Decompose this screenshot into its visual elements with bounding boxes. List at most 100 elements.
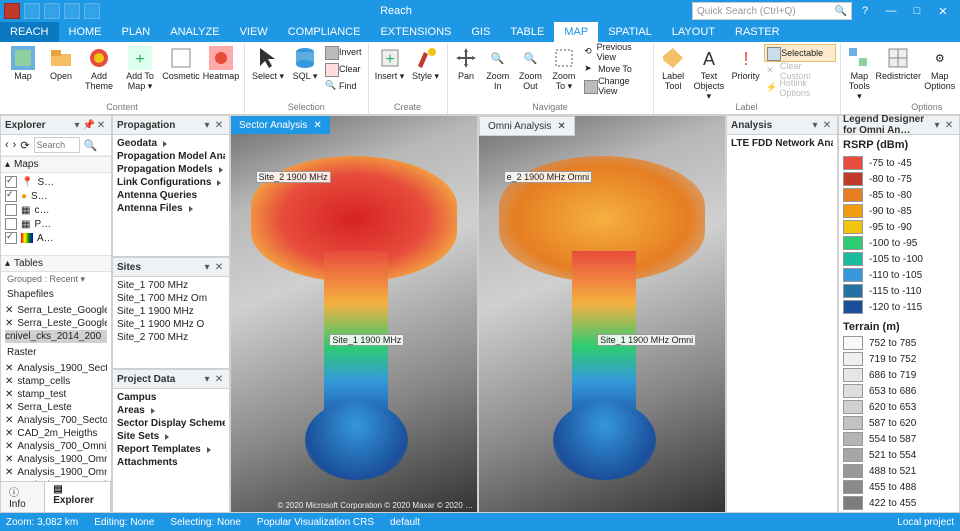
- panel-close-icon[interactable]: ✕: [943, 119, 955, 131]
- tab-analyze[interactable]: ANALYZE: [160, 22, 229, 42]
- panel-close-icon[interactable]: ✕: [95, 119, 107, 131]
- refresh-icon[interactable]: ⟳: [20, 139, 29, 152]
- chevron-down-icon[interactable]: ▾: [201, 261, 213, 273]
- open-button[interactable]: Open: [44, 44, 78, 82]
- tab-plan[interactable]: PLAN: [112, 22, 161, 42]
- raster-item[interactable]: ✕ Analysis_700_Omni_: [5, 440, 107, 453]
- quick-search-input[interactable]: Quick Search (Ctrl+Q)🔍: [692, 2, 852, 20]
- site-label[interactable]: e_2 1900 MHz Omni: [504, 171, 593, 183]
- nav-fwd-icon[interactable]: ›: [13, 139, 17, 151]
- collapse-icon[interactable]: ▴: [5, 258, 10, 269]
- raster-item[interactable]: ✕ Analysis_1900_Omni: [5, 453, 107, 466]
- minimize-icon[interactable]: —: [878, 2, 904, 20]
- chevron-down-icon[interactable]: ▾: [201, 119, 213, 131]
- chevron-down-icon[interactable]: ▾: [809, 119, 821, 131]
- heatmap-button[interactable]: Heatmap: [202, 44, 240, 82]
- footer-tab-info[interactable]: ⓘ Info: [1, 482, 45, 512]
- map-omni-analysis[interactable]: Omni Analysis✕ e_2 1900 MHz Omni Site_1 …: [478, 115, 726, 513]
- add-to-map-button[interactable]: +Add To Map ▾: [120, 44, 160, 92]
- style-button[interactable]: Style ▾: [409, 44, 443, 82]
- sql-button[interactable]: SQL ▾: [289, 44, 321, 82]
- propagation-item[interactable]: Link Configurations: [117, 176, 225, 189]
- site-item[interactable]: Site_1 1900 MHz: [117, 305, 225, 318]
- footer-tab-explorer[interactable]: ▤ Explorer: [45, 482, 111, 512]
- raster-item[interactable]: ✕ CAD_2m_Heigths: [5, 427, 107, 440]
- help-icon[interactable]: ?: [852, 2, 878, 20]
- panel-close-icon[interactable]: ✕: [821, 119, 833, 131]
- tab-extensions[interactable]: EXTENSIONS: [370, 22, 461, 42]
- tab-file[interactable]: REACH: [0, 22, 59, 42]
- map-layer-row[interactable]: 📍S…: [5, 175, 107, 189]
- tab-raster[interactable]: RASTER: [725, 22, 790, 42]
- explorer-search-input[interactable]: [34, 137, 80, 153]
- site-item[interactable]: Site_1 700 MHz Om: [117, 292, 225, 305]
- project-data-item[interactable]: Sector Display Schemes: [117, 417, 225, 430]
- chevron-down-icon[interactable]: ▾: [931, 119, 943, 131]
- status-zoom[interactable]: Zoom: 3,082 km: [6, 517, 78, 528]
- tab-home[interactable]: HOME: [59, 22, 112, 42]
- raster-item[interactable]: ✕ Analysis_1900_Secto: [5, 362, 107, 375]
- tab-view[interactable]: VIEW: [230, 22, 278, 42]
- select-button[interactable]: Select ▾: [249, 44, 287, 82]
- qat-custom-icon[interactable]: [84, 3, 100, 19]
- tab-layout[interactable]: LAYOUT: [662, 22, 725, 42]
- tab-spatial[interactable]: SPATIAL: [598, 22, 662, 42]
- map-layer-row[interactable]: ●S…: [5, 189, 107, 203]
- propagation-item[interactable]: Antenna Queries: [117, 189, 225, 202]
- nav-back-icon[interactable]: ‹: [5, 139, 9, 151]
- previous-view-button[interactable]: ⟲Previous View: [582, 44, 648, 60]
- selectable-toggle[interactable]: Selectable: [764, 44, 835, 62]
- zoom-to-button[interactable]: Zoom To ▾: [548, 44, 580, 92]
- tab-compliance[interactable]: COMPLIANCE: [278, 22, 371, 42]
- propagation-item[interactable]: Geodata: [117, 137, 225, 150]
- clear-custom-button[interactable]: ✕Clear Custom: [764, 63, 835, 79]
- maximize-icon[interactable]: □: [904, 2, 930, 20]
- site-label[interactable]: Site_1 1900 MHz: [329, 334, 404, 346]
- tab-table[interactable]: TABLE: [500, 22, 554, 42]
- status-default[interactable]: default: [390, 517, 420, 528]
- move-to-button[interactable]: ➤Move To: [582, 61, 648, 77]
- priority-button[interactable]: !Priority: [729, 44, 762, 82]
- project-data-item[interactable]: Campus: [117, 391, 225, 404]
- tab-map[interactable]: MAP: [554, 22, 598, 42]
- qat-undo-icon[interactable]: [44, 3, 60, 19]
- propagation-item[interactable]: Antenna Files: [117, 202, 225, 215]
- propagation-item[interactable]: Propagation Models: [117, 163, 225, 176]
- site-item[interactable]: Site_1 1900 MHz O: [117, 318, 225, 331]
- map-tools-button[interactable]: Map Tools ▾: [845, 44, 875, 102]
- add-theme-button[interactable]: Add Theme: [80, 44, 118, 92]
- shapefile-item[interactable]: ✕ Serra_Leste_Google_: [5, 304, 107, 317]
- chevron-down-icon[interactable]: ▾: [71, 119, 83, 131]
- cosmetic-button[interactable]: Cosmetic: [162, 44, 200, 82]
- zoom-out-button[interactable]: 🔍Zoom Out: [515, 44, 546, 92]
- map-layer-row[interactable]: ▦c…: [5, 203, 107, 217]
- raster-item[interactable]: ✕ Analysis_1900_Omni_: [5, 466, 107, 479]
- pin-icon[interactable]: 📌: [83, 119, 95, 131]
- qat-redo-icon[interactable]: [64, 3, 80, 19]
- map-options-button[interactable]: ⚙Map Options: [922, 44, 957, 92]
- shapefile-item[interactable]: ✕ Serra_Leste_Google_: [5, 317, 107, 330]
- text-objects-button[interactable]: AText Objects ▾: [691, 44, 728, 102]
- status-selecting[interactable]: Selecting: None: [170, 517, 241, 528]
- raster-item[interactable]: ✕ Serra_Leste: [5, 401, 107, 414]
- project-data-item[interactable]: Report Templates: [117, 443, 225, 456]
- find-button[interactable]: 🔍Find: [323, 78, 364, 94]
- pan-button[interactable]: Pan: [452, 44, 481, 82]
- redistricter-button[interactable]: Redistricter: [876, 44, 920, 82]
- change-view-button[interactable]: Change View: [582, 78, 648, 94]
- close-icon[interactable]: ✕: [930, 2, 956, 20]
- hotlink-button[interactable]: ⚡Hotlink Options: [764, 80, 835, 96]
- map-layer-row[interactable]: ▦P…: [5, 217, 107, 231]
- map-layer-row[interactable]: A…: [5, 231, 107, 245]
- raster-item[interactable]: ✕ Analysis_700_Sector_: [5, 414, 107, 427]
- clear-button[interactable]: Clear: [323, 61, 364, 77]
- tab-close-icon[interactable]: ✕: [313, 120, 321, 131]
- panel-close-icon[interactable]: ✕: [213, 373, 225, 385]
- propagation-item[interactable]: Propagation Model Anal: [117, 150, 225, 163]
- status-editing[interactable]: Editing: None: [94, 517, 154, 528]
- project-data-item[interactable]: Areas: [117, 404, 225, 417]
- search-icon[interactable]: 🔍: [84, 139, 98, 152]
- shapefile-item[interactable]: cnivel_cks_2014_200: [5, 330, 107, 343]
- qat-save-icon[interactable]: [24, 3, 40, 19]
- project-data-item[interactable]: Attachments: [117, 456, 225, 469]
